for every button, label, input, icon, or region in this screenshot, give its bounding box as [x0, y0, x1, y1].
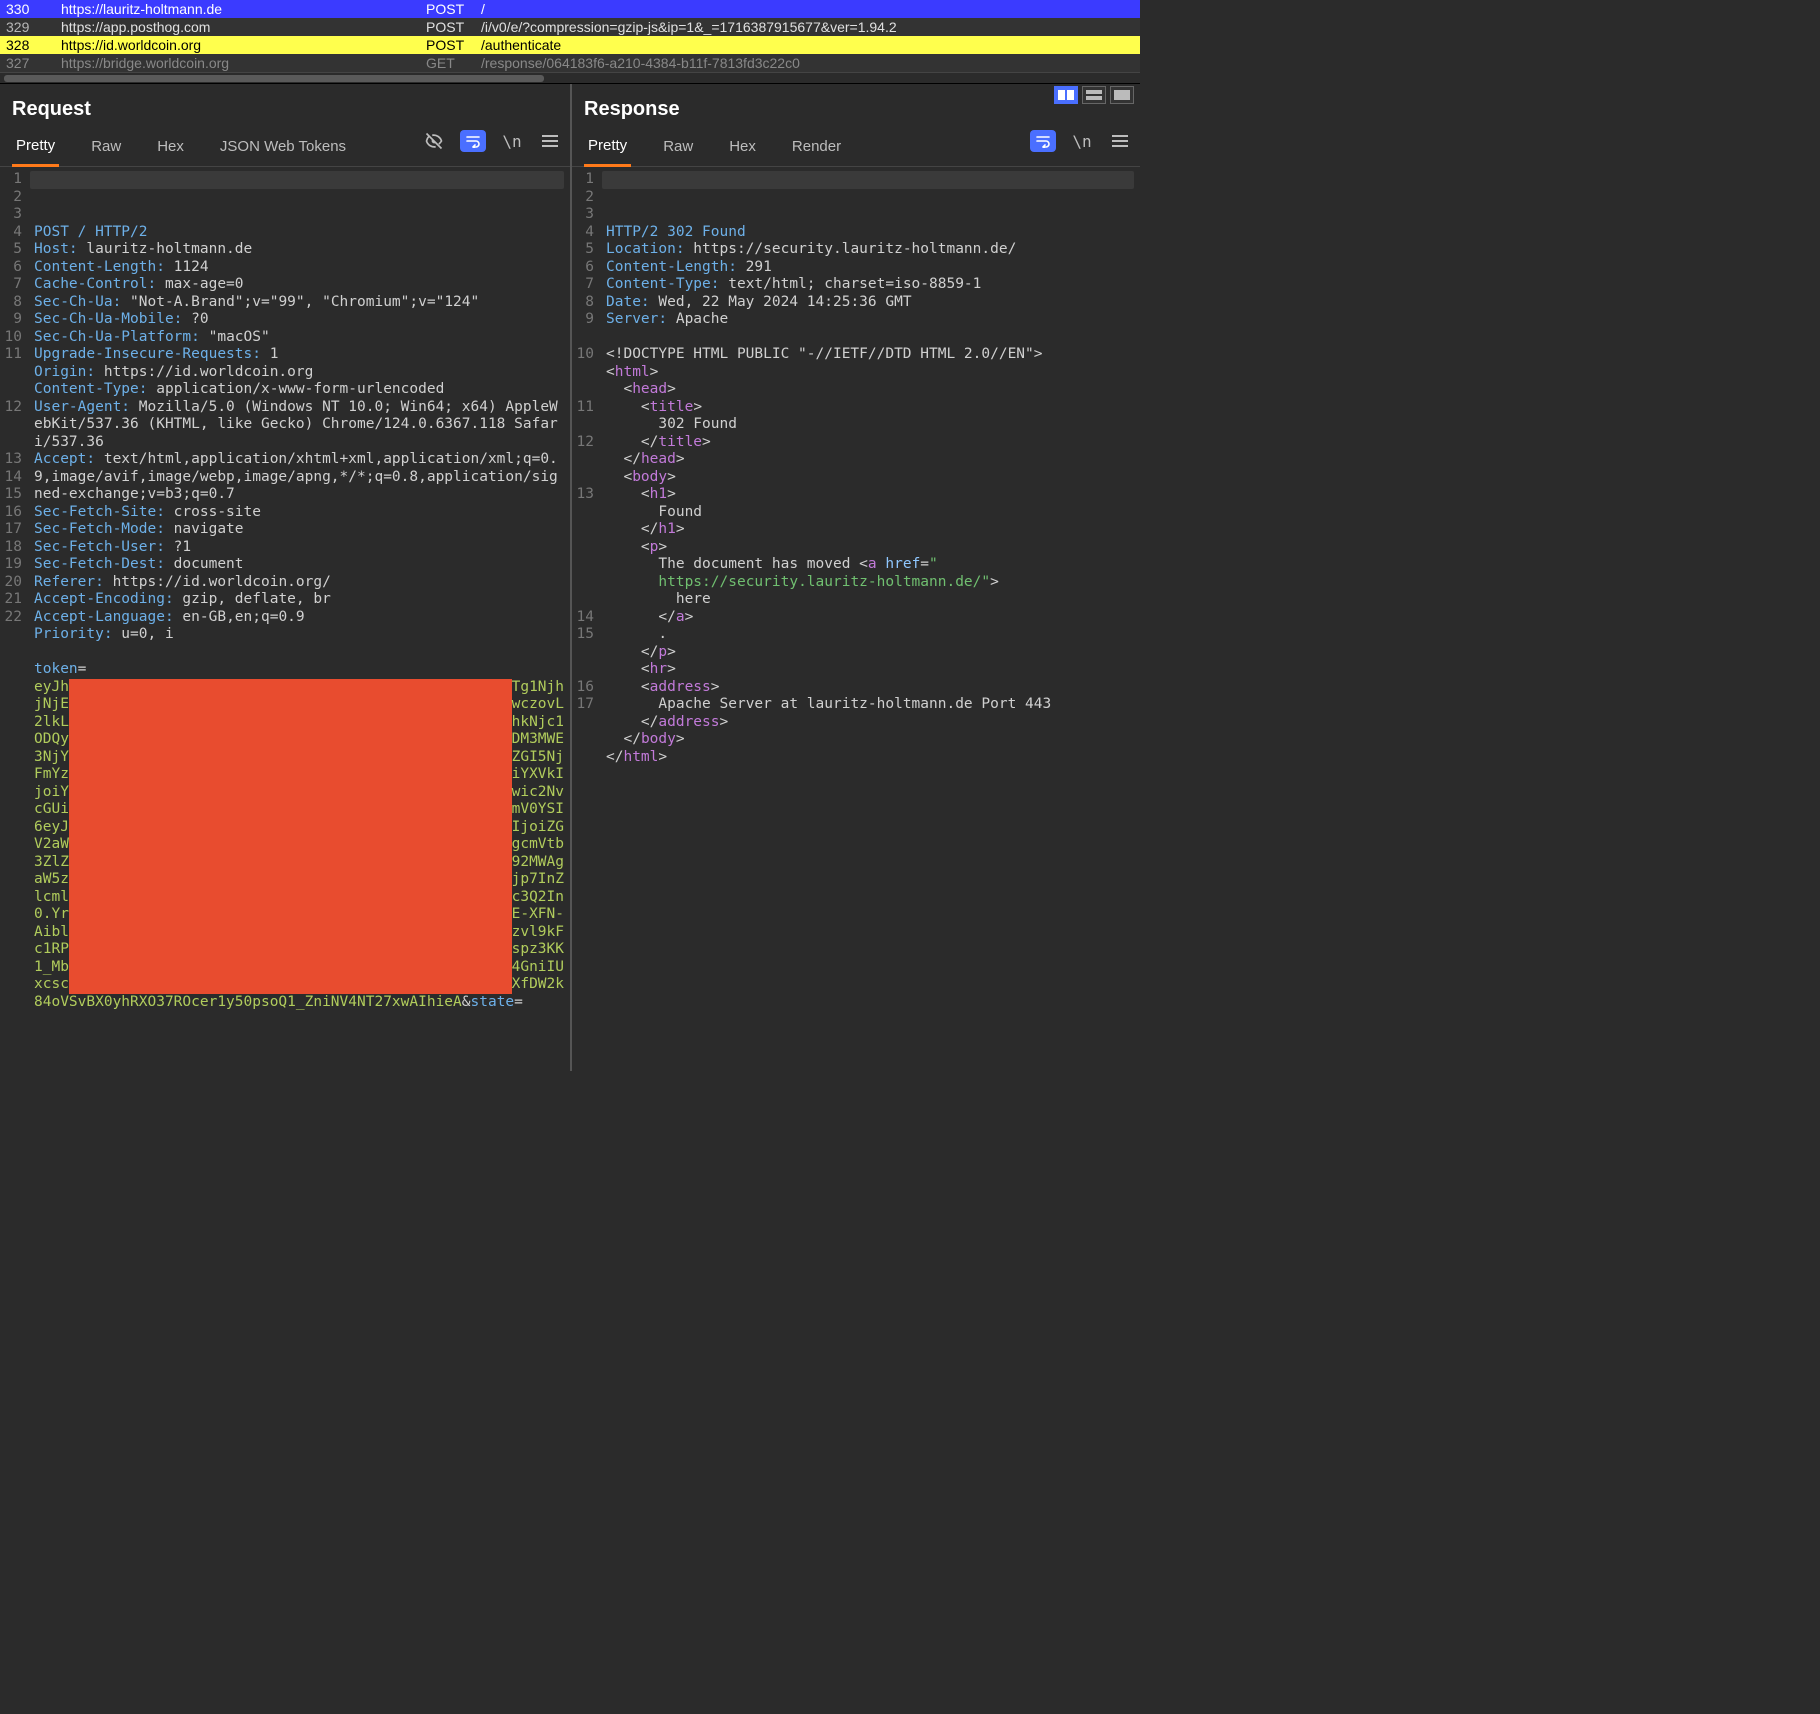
response-tabbar: Pretty Raw Hex Render \n [572, 131, 1140, 167]
response-gutter: 123456789 10 11 12 13 1415 1617 [572, 167, 602, 1071]
tab-render[interactable]: Render [788, 132, 845, 165]
newline-icon[interactable]: \n [1070, 129, 1094, 153]
tab-json-web-tokens[interactable]: JSON Web Tokens [216, 132, 350, 165]
layout-stack-icon[interactable] [1082, 86, 1106, 104]
wrap-icon[interactable] [460, 130, 486, 152]
request-panel: Request Pretty Raw Hex JSON Web Tokens \n 1… [0, 84, 570, 1071]
request-title: Request [0, 84, 570, 131]
request-editor[interactable]: 1234567891011 12 13141516171819202122 PO… [0, 167, 570, 1071]
request-gutter: 1234567891011 12 13141516171819202122 [0, 167, 30, 1071]
table-row[interactable]: 330https://lauritz-holtmann.dePOST/ [0, 0, 1140, 18]
newline-icon[interactable]: \n [500, 129, 524, 153]
response-panel: Response PrettyRawHexRender \n 123456789… [570, 84, 1140, 1071]
tab-raw[interactable]: Raw [87, 132, 125, 165]
http-history-table[interactable]: 330https://lauritz-holtmann.dePOST/329ht… [0, 0, 1140, 72]
response-editor[interactable]: 123456789 10 11 12 13 1415 1617 HTTP/2 3… [572, 167, 1140, 1071]
horizontal-scrollbar[interactable] [0, 72, 1140, 83]
layout-split-icon[interactable] [1054, 86, 1078, 104]
menu-icon[interactable] [1108, 129, 1132, 153]
tab-pretty[interactable]: Pretty [584, 131, 631, 167]
table-row[interactable]: 328https://id.worldcoin.orgPOST/authenti… [0, 36, 1140, 54]
request-code[interactable]: POST / HTTP/2 Host: lauritz-holtmann.de … [34, 224, 564, 1012]
tab-hex[interactable]: Hex [725, 132, 760, 165]
hide-icon[interactable] [422, 129, 446, 153]
menu-icon[interactable] [538, 129, 562, 153]
scrollbar-thumb[interactable] [4, 75, 544, 82]
table-row[interactable]: 327https://bridge.worldcoin.orgGET/respo… [0, 54, 1140, 72]
tab-hex[interactable]: Hex [153, 132, 188, 165]
request-tabbar: Pretty Raw Hex JSON Web Tokens \n [0, 131, 570, 167]
table-row[interactable]: 329https://app.posthog.comPOST/i/v0/e/?c… [0, 18, 1140, 36]
tab-pretty[interactable]: Pretty [12, 131, 59, 167]
layout-switcher[interactable] [1054, 86, 1134, 104]
tab-raw[interactable]: Raw [659, 132, 697, 165]
wrap-icon[interactable] [1030, 130, 1056, 152]
layout-single-icon[interactable] [1110, 86, 1134, 104]
response-code[interactable]: HTTP/2 302 Found Location: https://secur… [606, 224, 1134, 767]
